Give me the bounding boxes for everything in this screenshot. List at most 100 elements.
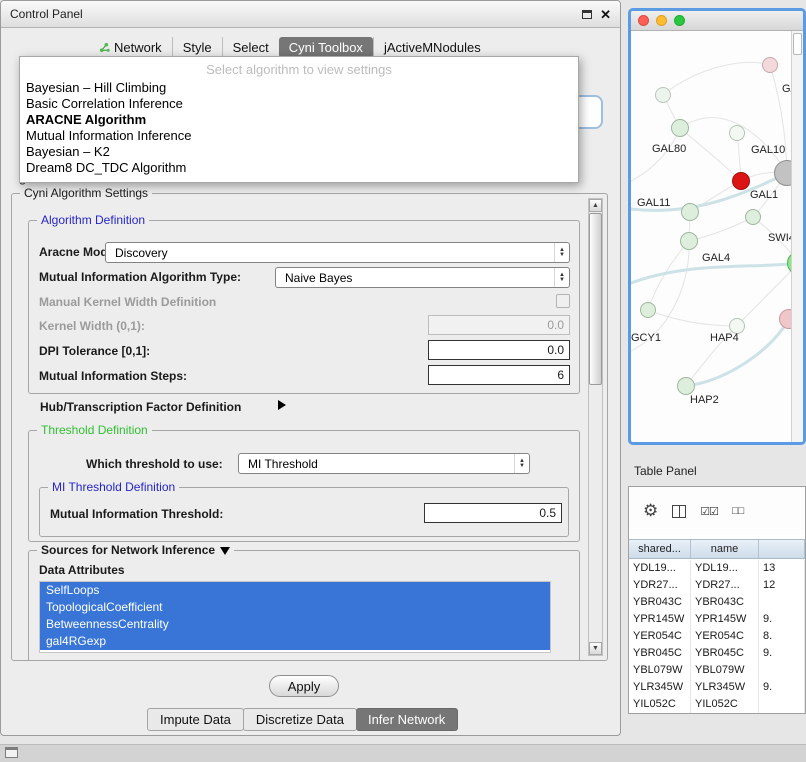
column-selector-icon[interactable] [672, 505, 686, 518]
algorithm-definition-title: Algorithm Definition [37, 213, 149, 228]
hub-section-label[interactable]: Hub/Transcription Factor Definition [40, 400, 241, 414]
network-node[interactable] [671, 119, 689, 137]
network-node[interactable] [677, 377, 695, 395]
mi-threshold-group: MI Threshold Definition Mutual Informati… [39, 487, 569, 537]
bottom-tabs: Impute Data Discretize Data Infer Networ… [148, 708, 458, 731]
panel-dock-icon[interactable] [5, 747, 18, 758]
network-scrollbar-thumb[interactable] [793, 33, 802, 55]
table-row[interactable]: YBR043C YBR043C [629, 594, 805, 611]
combo-spinner-icon: ▲▼ [554, 243, 569, 262]
tab-infer-network[interactable]: Infer Network [356, 708, 458, 731]
apply-button[interactable]: Apply [269, 675, 339, 697]
column-header[interactable] [759, 540, 805, 558]
tab-select[interactable]: Select [222, 37, 279, 58]
table-row[interactable]: YIL052C YIL052C [629, 696, 805, 713]
table-row[interactable]: YER054C YER054C 8. [629, 628, 805, 645]
table-row[interactable]: YLR345W YLR345W 9. [629, 679, 805, 696]
algorithm-dropdown-popup: Select algorithm to view settings Bayesi… [19, 56, 579, 183]
algorithm-option-selected[interactable]: ARACNE Algorithm [20, 112, 578, 128]
network-node[interactable] [729, 125, 745, 141]
tab-discretize-data[interactable]: Discretize Data [243, 708, 357, 731]
select-all-rows-icon[interactable]: ☑☑ [700, 505, 718, 518]
close-traffic-button[interactable] [638, 15, 649, 26]
bottom-status-strip [0, 744, 806, 762]
aracne-mode-select[interactable]: Discovery ▲▼ [105, 242, 570, 263]
dpi-tolerance-field[interactable]: 0.0 [428, 340, 570, 360]
sources-group-title[interactable]: Sources for Network Inference [37, 543, 234, 558]
network-node-selected[interactable] [732, 172, 750, 190]
attribute-item[interactable]: gal4RGexp [40, 633, 550, 650]
mi-type-select[interactable]: Naive Bayes ▲▼ [275, 267, 570, 288]
close-panel-icon[interactable]: ✕ [600, 8, 611, 21]
threshold-definition-group: Threshold Definition Which threshold to … [28, 430, 580, 542]
scroll-down-arrow-icon[interactable]: ▼ [589, 642, 602, 655]
table-row[interactable]: YPR145W YPR145W 9. [629, 611, 805, 628]
combo-spinner-icon: ▲▼ [554, 268, 569, 287]
column-header[interactable]: shared... [629, 540, 691, 558]
algorithm-option[interactable]: Bayesian – Hill Climbing [20, 80, 578, 96]
tab-network[interactable]: Network [89, 37, 172, 58]
sources-group: Sources for Network Inference Data Attri… [28, 550, 580, 660]
node-label: GAL1 [750, 189, 778, 201]
table-row[interactable]: YDL19... YDL19... 13 [629, 560, 805, 577]
algorithm-option[interactable]: Basic Correlation Inference [20, 96, 578, 112]
table-row[interactable]: YDR27... YDR27... 12 [629, 577, 805, 594]
threshold-definition-title: Threshold Definition [37, 423, 152, 438]
algorithm-option[interactable]: Bayesian – K2 [20, 144, 578, 160]
zoom-traffic-button[interactable] [674, 15, 685, 26]
table-panel-title: Table Panel [634, 464, 697, 478]
cyni-settings-group-title: Cyni Algorithm Settings [20, 186, 152, 201]
table-settings-gear-icon[interactable]: ⚙ [643, 501, 658, 521]
node-label: GCY1 [631, 332, 661, 344]
algorithm-definition-group: Algorithm Definition Aracne Mode: Discov… [28, 220, 580, 394]
algorithm-placeholder: Select algorithm to view settings [20, 60, 578, 80]
float-panel-icon[interactable] [582, 10, 592, 19]
network-node[interactable] [640, 302, 656, 318]
network-node[interactable] [762, 57, 778, 73]
tab-network-label: Network [114, 40, 162, 55]
tab-cyni-toolbox[interactable]: Cyni Toolbox [279, 37, 373, 58]
table-body: YDL19... YDL19... 13 YDR27... YDR27... 1… [629, 560, 805, 713]
table-row[interactable]: YBL079W YBL079W [629, 662, 805, 679]
deselect-all-rows-icon[interactable]: □□ [732, 505, 743, 517]
network-node[interactable] [681, 203, 699, 221]
node-label: GAL4 [702, 252, 730, 264]
column-header[interactable]: name [691, 540, 759, 558]
network-view-window: GAL80 GAL10 GAL11 GAL1 SWI4 GAL4 GCY1 HA… [628, 8, 806, 445]
network-node[interactable] [680, 232, 698, 250]
node-label: HAP4 [710, 332, 739, 344]
scroll-up-arrow-icon[interactable]: ▲ [589, 199, 602, 212]
dpi-tolerance-label: DPI Tolerance [0,1]: [39, 344, 150, 358]
table-panel: ⚙ ☑☑ □□ shared... name YDL19... YDL19...… [628, 486, 806, 714]
kernel-width-field[interactable]: 0.0 [428, 315, 570, 335]
data-attributes-label: Data Attributes [39, 563, 125, 577]
cyni-algorithm-settings-group: Cyni Algorithm Settings Algorithm Defini… [11, 193, 608, 661]
settings-scrollbar[interactable]: ▲ ▼ [588, 198, 603, 656]
network-scrollbar[interactable] [791, 31, 803, 442]
table-row[interactable]: YBR045C YBR045C 9. [629, 645, 805, 662]
algorithm-option[interactable]: Dream8 DC_TDC Algorithm [20, 160, 578, 176]
manual-kernel-label: Manual Kernel Width Definition [39, 295, 216, 309]
network-node[interactable] [655, 87, 671, 103]
attribute-item[interactable]: SelfLoops [40, 582, 550, 599]
data-attributes-list[interactable]: SelfLoops TopologicalCoefficient Between… [39, 581, 551, 653]
mi-threshold-field[interactable]: 0.5 [424, 503, 562, 523]
tab-jactivemnodules[interactable]: jActiveMNodules [373, 37, 491, 58]
panel-window-buttons: ✕ [582, 8, 611, 21]
which-threshold-select[interactable]: MI Threshold ▲▼ [238, 453, 530, 474]
hub-expand-arrow-icon[interactable] [278, 400, 286, 410]
manual-kernel-checkbox[interactable] [556, 294, 570, 308]
scrollbar-thumb[interactable] [589, 213, 602, 385]
algorithm-option[interactable]: Mutual Information Inference [20, 128, 578, 144]
attribute-item[interactable]: TopologicalCoefficient [40, 599, 550, 616]
occluded-combo-fragment [579, 95, 603, 129]
network-node[interactable] [745, 209, 761, 225]
mi-steps-field[interactable]: 6 [428, 365, 570, 385]
tab-impute-data[interactable]: Impute Data [147, 708, 244, 731]
minimize-traffic-button[interactable] [656, 15, 667, 26]
mi-type-label: Mutual Information Algorithm Type: [39, 270, 241, 284]
network-canvas[interactable]: GAL80 GAL10 GAL11 GAL1 SWI4 GAL4 GCY1 HA… [631, 31, 791, 442]
attribute-item[interactable]: BetweennessCentrality [40, 616, 550, 633]
mi-steps-label: Mutual Information Steps: [39, 369, 187, 383]
tab-style[interactable]: Style [172, 37, 222, 58]
